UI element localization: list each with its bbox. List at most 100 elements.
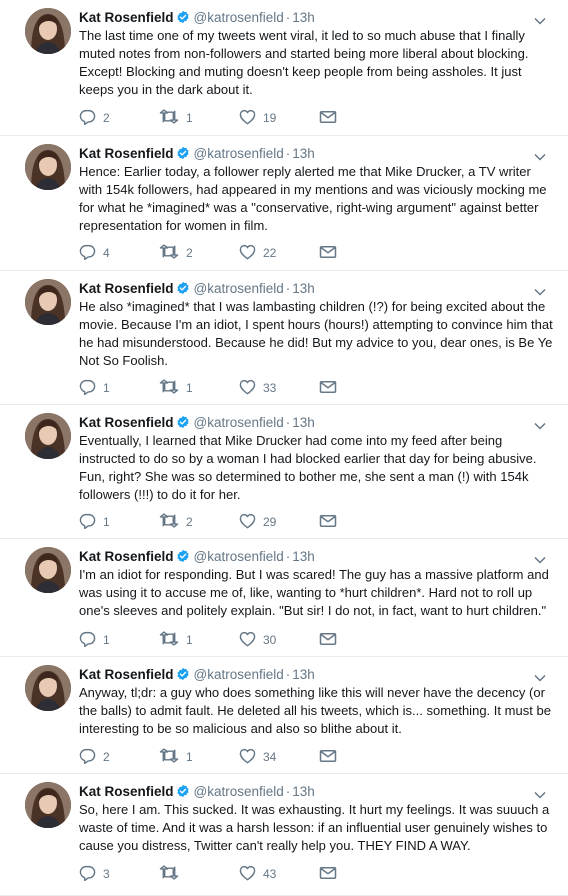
tweet-actions: 2 1 34 [79, 747, 343, 767]
like-button[interactable]: 19 [239, 109, 319, 128]
display-name[interactable]: Kat Rosenfield [79, 281, 174, 296]
user-handle[interactable]: @katrosenfield [194, 10, 284, 25]
reply-button[interactable]: 3 [79, 865, 159, 884]
like-button[interactable]: 34 [239, 748, 319, 767]
mail-icon [319, 380, 337, 397]
direct-message-button[interactable] [319, 749, 343, 766]
direct-message-button[interactable] [319, 245, 343, 262]
user-handle[interactable]: @katrosenfield [194, 415, 284, 430]
direct-message-button[interactable] [319, 866, 343, 883]
tweet[interactable]: Kat Rosenfield @katrosenfield · 13h Anyway,… [0, 657, 568, 774]
timestamp[interactable]: 13h [292, 10, 315, 25]
reply-button[interactable]: 1 [79, 631, 159, 650]
like-count: 19 [263, 111, 277, 125]
avatar-image [25, 665, 71, 711]
reply-count: 1 [103, 633, 110, 647]
avatar[interactable] [25, 8, 71, 54]
like-button[interactable]: 22 [239, 244, 319, 263]
avatar-image [25, 413, 71, 459]
direct-message-button[interactable] [319, 632, 343, 649]
display-name[interactable]: Kat Rosenfield [79, 146, 174, 161]
retweet-button[interactable] [159, 865, 239, 883]
retweet-count: 2 [186, 246, 193, 260]
retweet-icon [159, 109, 179, 127]
reply-button[interactable]: 2 [79, 748, 159, 767]
reply-button[interactable]: 1 [79, 513, 159, 532]
display-name[interactable]: Kat Rosenfield [79, 549, 174, 564]
tweet[interactable]: Kat Rosenfield @katrosenfield · 13h Hence: … [0, 136, 568, 271]
reply-button[interactable]: 4 [79, 244, 159, 263]
tweet-header: Kat Rosenfield @katrosenfield · 13h [79, 10, 528, 28]
timestamp[interactable]: 13h [292, 784, 315, 799]
reply-button[interactable]: 2 [79, 109, 159, 128]
user-handle[interactable]: @katrosenfield [194, 784, 284, 799]
timestamp[interactable]: 13h [292, 146, 315, 161]
avatar[interactable] [25, 782, 71, 828]
retweet-icon [159, 748, 179, 766]
retweet-button[interactable]: 1 [159, 379, 239, 397]
like-button[interactable]: 29 [239, 513, 319, 532]
tweet[interactable]: Kat Rosenfield @katrosenfield · 13h Eventua… [0, 405, 568, 539]
like-count: 33 [263, 381, 277, 395]
tweet[interactable]: Kat Rosenfield @katrosenfield · 13h The las… [0, 0, 568, 136]
tweet-text: I'm an idiot for responding. But I was s… [79, 567, 549, 618]
like-count: 29 [263, 515, 277, 529]
timestamp[interactable]: 13h [292, 549, 315, 564]
direct-message-button[interactable] [319, 514, 343, 531]
user-handle[interactable]: @katrosenfield [194, 146, 284, 161]
separator: · [285, 281, 291, 296]
reply-icon [79, 865, 96, 884]
direct-message-button[interactable] [319, 380, 343, 397]
display-name[interactable]: Kat Rosenfield [79, 784, 174, 799]
retweet-button[interactable]: 2 [159, 513, 239, 531]
display-name[interactable]: Kat Rosenfield [79, 667, 174, 682]
like-button[interactable]: 43 [239, 865, 319, 884]
reply-button[interactable]: 1 [79, 379, 159, 398]
direct-message-button[interactable] [319, 110, 343, 127]
avatar[interactable] [25, 665, 71, 711]
heart-icon [239, 109, 256, 128]
timestamp[interactable]: 13h [292, 667, 315, 682]
like-button[interactable]: 33 [239, 379, 319, 398]
display-name[interactable]: Kat Rosenfield [79, 10, 174, 25]
separator: · [285, 667, 291, 682]
reply-icon [79, 379, 96, 398]
user-handle[interactable]: @katrosenfield [194, 281, 284, 296]
like-count: 22 [263, 246, 277, 260]
tweet[interactable]: Kat Rosenfield @katrosenfield · 13h I'm an … [0, 539, 568, 657]
reply-count: 4 [103, 246, 110, 260]
retweet-count: 1 [186, 750, 193, 764]
heart-icon [239, 631, 256, 650]
avatar[interactable] [25, 547, 71, 593]
mail-icon [319, 866, 337, 883]
tweet[interactable]: Kat Rosenfield @katrosenfield · 13h So, her… [0, 774, 568, 896]
retweet-count: 1 [186, 381, 193, 395]
avatar[interactable] [25, 144, 71, 190]
tweet-actions: 4 2 22 [79, 243, 343, 263]
like-count: 30 [263, 633, 277, 647]
user-handle[interactable]: @katrosenfield [194, 667, 284, 682]
retweet-icon [159, 631, 179, 649]
like-button[interactable]: 30 [239, 631, 319, 650]
retweet-button[interactable]: 2 [159, 244, 239, 262]
tweet-actions: 1 2 29 [79, 512, 343, 532]
retweet-button[interactable]: 1 [159, 748, 239, 766]
mail-icon [319, 749, 337, 766]
user-handle[interactable]: @katrosenfield [194, 549, 284, 564]
display-name[interactable]: Kat Rosenfield [79, 415, 174, 430]
tweet-actions: 3 43 [79, 864, 343, 884]
avatar[interactable] [25, 413, 71, 459]
timestamp[interactable]: 13h [292, 415, 315, 430]
heart-icon [239, 513, 256, 532]
verified-badge-icon [176, 667, 190, 685]
tweet[interactable]: Kat Rosenfield @katrosenfield · 13h He also… [0, 271, 568, 405]
retweet-button[interactable]: 1 [159, 631, 239, 649]
retweet-button[interactable]: 1 [159, 109, 239, 127]
heart-icon [239, 244, 256, 263]
retweet-count: 1 [186, 633, 193, 647]
avatar[interactable] [25, 279, 71, 325]
retweet-icon [159, 244, 179, 262]
timestamp[interactable]: 13h [292, 281, 315, 296]
verified-badge-icon [176, 784, 190, 802]
verified-badge-icon [176, 281, 190, 299]
